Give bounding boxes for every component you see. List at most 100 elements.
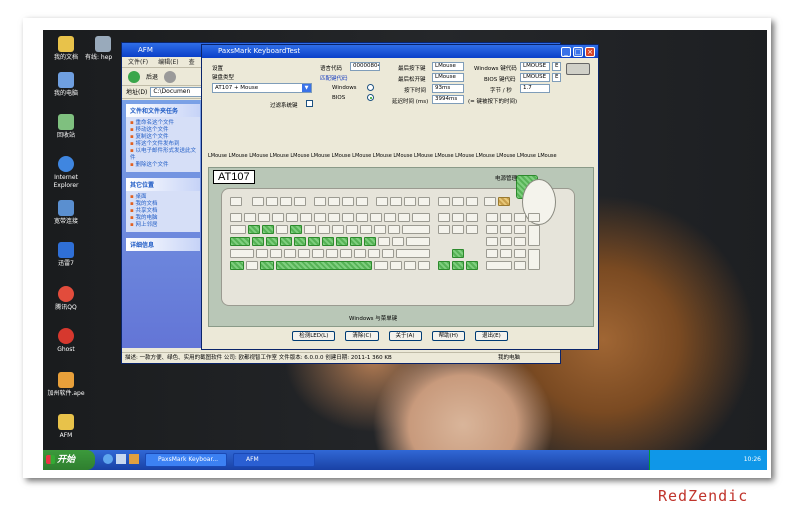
win-code-label: Windows 键代码 (474, 66, 517, 72)
photo-frame: 我的文档 我的电脑 回收站 Internet Explorer 宽带连接 迅雷7… (23, 18, 771, 478)
place-desktop[interactable]: 桌面 (130, 194, 196, 201)
internet-explorer-icon (58, 156, 74, 172)
desktop-icon-afm[interactable]: AFM (43, 414, 89, 440)
exit-button[interactable]: 退出(E) (475, 331, 508, 341)
key (304, 225, 316, 234)
paxsmark-window[interactable]: PaxsMark KeyboardTest _ □ × 设置 键盘类型 AT10… (201, 44, 599, 350)
last-down-field: LMouse (432, 62, 464, 71)
windows-radio[interactable] (367, 84, 374, 91)
help-button[interactable]: 帮助(H) (431, 331, 465, 341)
key (382, 249, 394, 258)
close-button[interactable]: × (585, 47, 595, 57)
key (500, 249, 512, 258)
key-insert (438, 213, 450, 222)
file-tasks-panel: 文件和文件夹任务 重命名这个文件 移动这个文件 复制这个文件 将这个文件发布到 … (126, 104, 200, 172)
maximize-button[interactable]: □ (573, 47, 583, 57)
last-up-label: 最后松开键 (398, 77, 426, 83)
desktop-icon-partial[interactable]: 有线: hep (85, 36, 121, 62)
task-publish[interactable]: 将这个文件发布到 (130, 141, 196, 148)
desktop-icon-label: 迅雷7 (58, 260, 74, 267)
key-space (276, 261, 372, 270)
key (262, 225, 274, 234)
key-f8 (356, 197, 368, 206)
key (326, 249, 338, 258)
chevron-down-icon[interactable]: ▼ (302, 84, 311, 92)
key (514, 249, 526, 258)
key (252, 237, 264, 246)
desktop-icon-broadband[interactable]: 宽带连接 (43, 200, 89, 226)
explorer-title: AFM (138, 46, 153, 54)
action-buttons: 检测LED(L) 清除(C) 关于(A) 帮助(H) 退出(E) (202, 331, 598, 341)
place-network[interactable]: 网上邻居 (130, 222, 196, 229)
kb-type-select[interactable]: AT107 + Mouse ▼ (212, 83, 312, 93)
media-quicklaunch-icon[interactable] (129, 454, 139, 464)
key-f12 (418, 197, 430, 206)
other-places-header[interactable]: 其它位置 (126, 178, 200, 191)
menu-view[interactable]: 查 (189, 57, 195, 67)
test-led-button[interactable]: 检测LED(L) (292, 331, 336, 341)
desktop-icon-ghost[interactable]: Ghost (43, 328, 89, 354)
match-code-label: 匹配键代码 (320, 76, 348, 82)
desktop-icon-label: 宽带连接 (53, 218, 78, 225)
hold-time-field: 93ms (432, 84, 464, 93)
taskbar-item-afm[interactable]: AFM (233, 453, 315, 467)
minimize-button[interactable]: _ (561, 47, 571, 57)
key (272, 213, 284, 222)
menu-edit[interactable]: 编辑(E) (158, 57, 178, 67)
start-button[interactable]: 开始 (43, 450, 95, 470)
desktop-icon-qq[interactable]: 腾讯QQ (43, 286, 89, 312)
key-power (484, 197, 496, 206)
tray-clock[interactable]: 10:26 (744, 456, 761, 463)
paxsmark-titlebar[interactable]: PaxsMark KeyboardTest _ □ × (202, 45, 598, 58)
task-email[interactable]: 以电子邮件形式发送此文件 (130, 148, 196, 162)
last-up-field: LMouse (432, 73, 464, 82)
back-label[interactable]: 后退 (146, 72, 158, 81)
key (294, 237, 306, 246)
key (244, 213, 256, 222)
key-pgdn (466, 225, 478, 234)
desktop-icon-thunder[interactable]: 迅雷7 (43, 242, 89, 268)
desktop-icon-ie[interactable]: Internet Explorer (43, 156, 89, 190)
key-rctrl (418, 261, 430, 270)
place-my-computer[interactable]: 我的电脑 (130, 215, 196, 222)
other-places-panel: 其它位置 桌面 我的文档 共享文档 我的电脑 网上邻居 (126, 178, 200, 232)
key-esc (230, 197, 242, 206)
place-shared-documents[interactable]: 共享文档 (130, 208, 196, 215)
computer-icon (58, 72, 74, 88)
windows-radio-label: Windows (332, 85, 357, 91)
key (290, 225, 302, 234)
key-rshift (396, 249, 430, 258)
desktop-icon-ape[interactable]: 加州软件.ape (43, 372, 89, 398)
kb-type-label: 键盘类型 (212, 75, 235, 81)
key (500, 237, 512, 246)
task-move[interactable]: 移动这个文件 (130, 127, 196, 134)
hold-time-label: 按下时间 (404, 88, 427, 94)
task-rename[interactable]: 重命名这个文件 (130, 120, 196, 127)
file-tasks-header[interactable]: 文件和文件夹任务 (126, 104, 200, 117)
key (346, 225, 358, 234)
cps-field: 1.7 (520, 84, 550, 93)
task-delete[interactable]: 删除这个文件 (130, 162, 196, 169)
win-code-field: LMOUSE (520, 62, 550, 71)
power-management-label: 电源管理 (495, 176, 518, 182)
menu-file[interactable]: 文件(F) (128, 57, 148, 67)
ie-quicklaunch-icon[interactable] (103, 454, 113, 464)
key (378, 237, 390, 246)
desktop-icon-recycle-bin[interactable]: 回收站 (43, 114, 89, 140)
task-copy[interactable]: 复制这个文件 (130, 134, 196, 141)
key (486, 225, 498, 234)
clear-button[interactable]: 清除(C) (345, 331, 379, 341)
place-my-documents[interactable]: 我的文档 (130, 201, 196, 208)
desktop-icon-my-documents[interactable]: 我的文档 (43, 36, 89, 62)
about-button[interactable]: 关于(A) (388, 331, 422, 341)
key (248, 225, 260, 234)
filter-system-keys-checkbox[interactable] (306, 100, 313, 107)
desktop-icon-my-computer[interactable]: 我的电脑 (43, 72, 89, 98)
taskbar-item-paxsmark[interactable]: PaxsMark Keyboar... (145, 453, 227, 467)
bios-radio[interactable] (367, 94, 374, 101)
key (384, 213, 396, 222)
forward-icon[interactable] (164, 70, 177, 83)
details-header[interactable]: 详细信息 (126, 238, 200, 251)
desktop-quicklaunch-icon[interactable] (116, 454, 126, 464)
back-icon[interactable] (128, 70, 140, 83)
